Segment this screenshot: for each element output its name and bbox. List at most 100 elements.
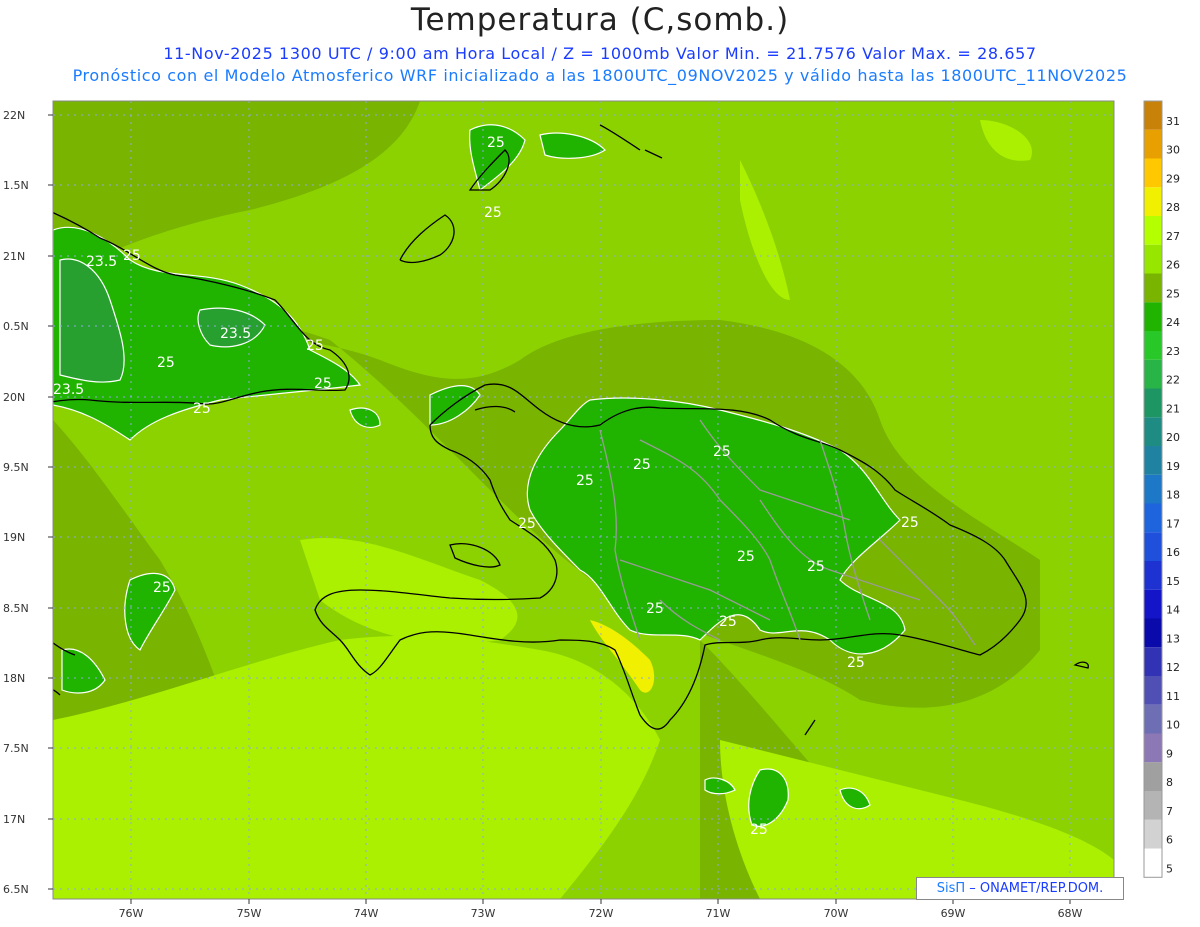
colorbar-label: 29	[1166, 172, 1180, 185]
colorbar-swatch	[1144, 388, 1162, 418]
contour-label: 25	[314, 376, 332, 392]
colorbar-label: 19	[1166, 460, 1180, 473]
colorbar: 31 30 29 28 27 26 25 24 23 22 21 20 19 18 17 16 15 14 13 12…	[1143, 100, 1180, 878]
colorbar-label: 5	[1166, 862, 1173, 875]
colorbar-swatch	[1144, 302, 1162, 332]
contour-label: 23.5	[53, 382, 84, 398]
colorbar-label: 12	[1166, 661, 1180, 674]
colorbar-swatch	[1144, 791, 1162, 820]
colorbar-label: 23	[1166, 345, 1180, 358]
colorbar-swatch	[1144, 273, 1162, 303]
lon-tick-label: 73W	[471, 907, 496, 920]
colorbar-label: 22	[1166, 374, 1180, 387]
temperature-field: 25 25 23.5 25 23.5 25 25 25 23.5 25 25 2…	[53, 101, 1114, 899]
contour-label: 25	[193, 401, 211, 417]
colorbar-swatch	[1144, 187, 1162, 217]
contour-label: 25	[487, 135, 505, 151]
lat-tick-label: 1.5N	[3, 179, 29, 192]
credit-box: SisΠ – ONAMET/REP.DOM.	[916, 877, 1124, 900]
colorbar-swatch	[1144, 848, 1162, 878]
contour-label: 25	[576, 473, 594, 489]
colorbar-swatch	[1144, 158, 1162, 188]
colorbar-swatch	[1144, 359, 1162, 389]
contour-label: 25	[153, 580, 171, 596]
contour-label: 25	[847, 655, 865, 671]
colorbar-label: 10	[1166, 719, 1180, 732]
contour-label: 25	[306, 338, 324, 354]
lat-axis: 22N 1.5N 21N 0.5N 20N 9.5N 19N 8.5N 18N …	[3, 109, 53, 896]
contour-label: 25	[713, 444, 731, 460]
colorbar-swatch	[1144, 474, 1162, 504]
contour-label: 25	[157, 355, 175, 371]
colorbar-label: 27	[1166, 230, 1180, 243]
colorbar-swatch	[1144, 589, 1162, 619]
lat-tick-label: 22N	[3, 109, 25, 122]
colorbar-label: 28	[1166, 201, 1180, 214]
contour-label: 25	[737, 549, 755, 565]
colorbar-label: 8	[1166, 776, 1173, 789]
lat-tick-label: 18N	[3, 672, 25, 685]
lat-tick-label: 19N	[3, 531, 25, 544]
colorbar-label: 16	[1166, 546, 1180, 559]
colorbar-swatch	[1144, 676, 1162, 705]
contour-label: 25	[518, 516, 536, 532]
lat-tick-label: 0.5N	[3, 320, 29, 333]
contour-label: 25	[646, 601, 664, 617]
colorbar-swatch	[1144, 129, 1162, 159]
lat-tick-label: 20N	[3, 391, 25, 404]
contour-label: 25	[719, 614, 737, 630]
contour-label: 25	[633, 457, 651, 473]
colorbar-label: 25	[1166, 287, 1180, 300]
colorbar-label: 15	[1166, 575, 1180, 588]
colorbar-label: 26	[1166, 259, 1180, 272]
colorbar-label: 11	[1166, 690, 1180, 703]
contour-label: 23.5	[220, 326, 251, 342]
lon-tick-label: 75W	[237, 907, 262, 920]
colorbar-swatch	[1144, 244, 1162, 274]
colorbar-label: 21	[1166, 402, 1180, 415]
lat-tick-label: 6.5N	[3, 883, 29, 896]
lat-tick-label: 9.5N	[3, 461, 29, 474]
lon-tick-label: 69W	[941, 907, 966, 920]
lon-tick-label: 74W	[354, 907, 379, 920]
lon-tick-label: 68W	[1058, 907, 1083, 920]
contour-label: 25	[901, 515, 919, 531]
colorbar-swatch	[1144, 647, 1162, 677]
colorbar-swatch	[1144, 417, 1162, 447]
credit-org: – ONAMET/REP.DOM.	[969, 881, 1104, 896]
colorbar-swatch	[1144, 762, 1162, 792]
credit-brand: SisΠ	[936, 881, 966, 896]
lon-tick-label: 71W	[706, 907, 731, 920]
lat-tick-label: 7.5N	[3, 742, 29, 755]
temperature-map: 25 25 23.5 25 23.5 25 25 25 23.5 25 25 2…	[3, 100, 1180, 920]
contour-label: 25	[807, 559, 825, 575]
colorbar-swatch	[1144, 733, 1162, 763]
lon-tick-label: 76W	[119, 907, 144, 920]
lon-axis: 76W 75W 74W 73W 72W 71W 70W 69W 68W	[119, 899, 1083, 920]
lat-tick-label: 17N	[3, 813, 25, 826]
colorbar-swatch	[1144, 331, 1162, 360]
contour-label: 25	[123, 248, 141, 264]
colorbar-label: 31	[1166, 115, 1180, 128]
lat-tick-label: 21N	[3, 250, 25, 263]
colorbar-swatch	[1144, 561, 1162, 590]
colorbar-label: 14	[1166, 604, 1180, 617]
contour-label: 25	[484, 205, 502, 221]
colorbar-swatch	[1144, 704, 1162, 734]
colorbar-label: 9	[1166, 747, 1173, 760]
colorbar-swatch	[1144, 503, 1162, 533]
colorbar-label: 7	[1166, 805, 1173, 818]
colorbar-swatch	[1144, 819, 1162, 849]
colorbar-swatch	[1144, 532, 1162, 562]
colorbar-label: 24	[1166, 316, 1180, 329]
lon-tick-label: 70W	[824, 907, 849, 920]
colorbar-swatch	[1144, 446, 1162, 475]
lon-tick-label: 72W	[589, 907, 614, 920]
colorbar-label: 6	[1166, 834, 1173, 847]
colorbar-swatch	[1144, 101, 1162, 130]
contour-label: 25	[750, 822, 768, 838]
lat-tick-label: 8.5N	[3, 602, 29, 615]
colorbar-label: 18	[1166, 489, 1180, 502]
colorbar-swatch	[1144, 618, 1162, 648]
colorbar-label: 13	[1166, 632, 1180, 645]
